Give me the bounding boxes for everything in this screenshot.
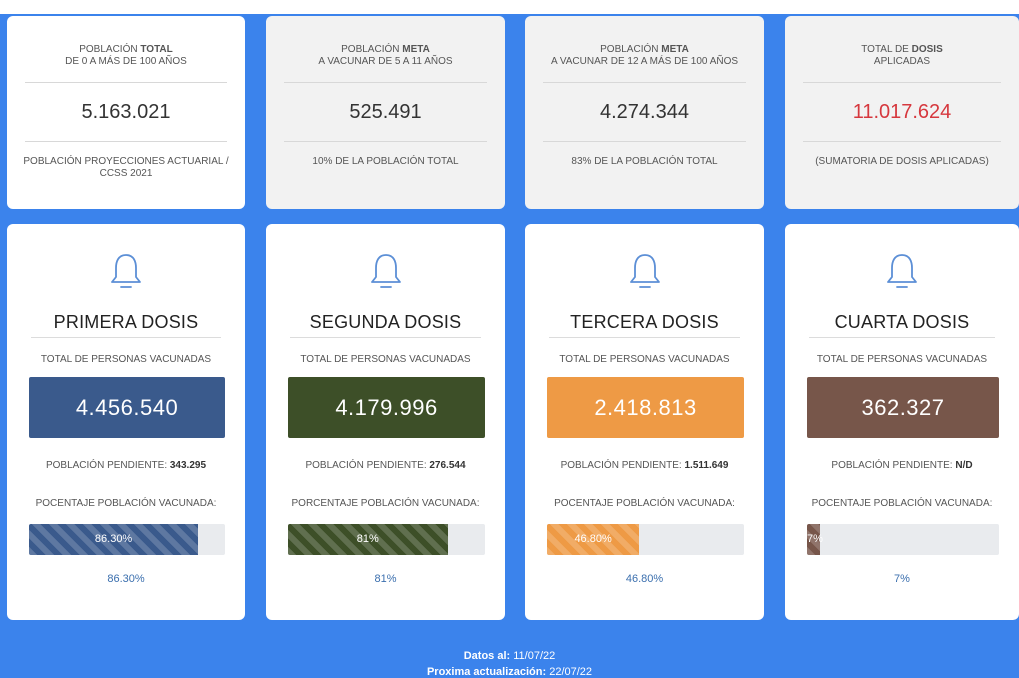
- divider: [803, 141, 1001, 142]
- dose-card-first: PRIMERA DOSIS TOTAL DE PERSONAS VACUNADA…: [7, 224, 245, 620]
- stat-title-line2: APLICADAS: [873, 56, 931, 67]
- divider: [549, 337, 740, 338]
- stat-title-pre: POBLACIÓN: [341, 44, 403, 55]
- divider: [25, 141, 227, 142]
- divider: [543, 141, 746, 142]
- data-date-label: Datos al:: [463, 650, 511, 662]
- progress-fill: 86.30%: [29, 524, 199, 555]
- divider: [284, 141, 487, 142]
- dose-subtitle: TOTAL DE PERSONAS VACUNADAS: [40, 354, 212, 365]
- dose-total-box: 4.179.996: [288, 377, 485, 438]
- divider: [809, 337, 995, 338]
- dose-subtitle: TOTAL DE PERSONAS VACUNADAS: [559, 354, 730, 365]
- stat-title-bold: META: [661, 44, 689, 55]
- dose-total-box: 2.418.813: [547, 377, 744, 438]
- progress-track: 81%: [288, 524, 485, 555]
- population-stats-row: POBLACIÓN TOTAL DE 0 A MÁS DE 100 AÑOS 5…: [0, 14, 1019, 211]
- dose-card-second: SEGUNDA DOSIS TOTAL DE PERSONAS VACUNADA…: [266, 224, 505, 620]
- stat-title-pre: TOTAL DE: [861, 44, 912, 55]
- pending-population: POBLACIÓN PENDIENTE: 276.544: [266, 460, 505, 471]
- next-update: Proxima actualización: 22/07/22: [0, 666, 1019, 678]
- dose-title: CUARTA DOSIS: [834, 312, 970, 332]
- stat-footnote: POBLACIÓN PROYECCIONES ACTUARIAL / CCSS …: [23, 156, 229, 179]
- stat-title-pre: POBLACIÓN: [79, 44, 141, 55]
- bell-icon: [887, 254, 917, 288]
- percent-value: 7%: [894, 573, 910, 585]
- progress-track: 46.80%: [547, 524, 744, 555]
- stat-card-target-12-100: POBLACIÓN META A VACUNAR DE 12 A MÁS DE …: [525, 16, 764, 209]
- pending-population: POBLACIÓN PENDIENTE: N/D: [785, 460, 1019, 471]
- progress-track: 7%: [807, 524, 999, 555]
- percent-value: 86.30%: [107, 573, 145, 585]
- stat-value: 5.163.021: [81, 101, 171, 123]
- divider: [290, 337, 481, 338]
- stat-card-total-doses: TOTAL DE DOSIS APLICADAS 11.017.624 (SUM…: [785, 16, 1019, 209]
- data-date: Datos al: 11/07/22: [0, 650, 1019, 662]
- pending-population: POBLACIÓN PENDIENTE: 1.511.649: [525, 460, 764, 471]
- stat-title-line2: DE 0 A MÁS DE 100 AÑOS: [65, 56, 187, 67]
- dose-card-fourth: CUARTA DOSIS TOTAL DE PERSONAS VACUNADAS…: [785, 224, 1019, 620]
- stat-title: POBLACIÓN TOTAL DE 0 A MÁS DE 100 AÑOS: [7, 44, 245, 70]
- stat-title-bold: DOSIS: [911, 44, 943, 55]
- pending-value: 343.295: [169, 460, 207, 471]
- percent-value: 46.80%: [625, 573, 664, 585]
- bell-icon: [629, 254, 660, 288]
- stat-footnote: 10% DE LA POBLACIÓN TOTAL: [312, 156, 459, 167]
- percent-label: POCENTAJE POBLACIÓN VACUNADA:: [811, 498, 993, 509]
- percent-label: PORCENTAJE POBLACIÓN VACUNADA:: [291, 498, 480, 509]
- footer: Datos al: 11/07/22 Proxima actualización…: [0, 620, 1019, 678]
- dose-subtitle: TOTAL DE PERSONAS VACUNADAS: [816, 354, 988, 365]
- pending-label: POBLACIÓN PENDIENTE:: [831, 460, 956, 471]
- pending-value: N/D: [955, 460, 973, 471]
- divider: [31, 337, 221, 338]
- pending-value: 276.544: [429, 460, 466, 471]
- dose-subtitle: TOTAL DE PERSONAS VACUNADAS: [300, 354, 471, 365]
- dose-total-box: 4.456.540: [29, 377, 225, 438]
- pending-label: POBLACIÓN PENDIENTE:: [305, 460, 430, 471]
- stat-value: 4.274.344: [600, 101, 689, 123]
- pending-label: POBLACIÓN PENDIENTE:: [45, 460, 170, 471]
- next-update-value: 22/07/22: [546, 666, 593, 678]
- percent-value: 81%: [374, 573, 397, 585]
- stat-title-pre: POBLACIÓN: [600, 44, 662, 55]
- dose-card-third: TERCERA DOSIS TOTAL DE PERSONAS VACUNADA…: [525, 224, 764, 620]
- progress-track: 86.30%: [29, 524, 225, 555]
- stat-title: POBLACIÓN META A VACUNAR DE 5 A 11 AÑOS: [266, 44, 505, 70]
- dose-title: PRIMERA DOSIS: [53, 312, 199, 332]
- stat-footnote: 83% DE LA POBLACIÓN TOTAL: [571, 156, 718, 167]
- next-update-label: Proxima actualización:: [426, 666, 547, 678]
- stat-value: 11.017.624: [852, 101, 952, 123]
- percent-label: POCENTAJE POBLACIÓN VACUNADA:: [554, 498, 735, 509]
- pending-population: POBLACIÓN PENDIENTE: 343.295: [7, 460, 245, 471]
- top-strip: [0, 0, 1019, 14]
- stat-title-line2: A VACUNAR DE 5 A 11 AÑOS: [318, 56, 453, 67]
- stat-footnote: (SUMATORIA DE DOSIS APLICADAS): [815, 156, 989, 167]
- stat-title: TOTAL DE DOSIS APLICADAS: [785, 44, 1019, 70]
- stat-value: 525.491: [349, 101, 422, 123]
- stat-card-total-population: POBLACIÓN TOTAL DE 0 A MÁS DE 100 AÑOS 5…: [7, 16, 245, 209]
- dose-title: TERCERA DOSIS: [570, 312, 719, 332]
- bell-icon: [111, 254, 141, 288]
- stat-title: POBLACIÓN META A VACUNAR DE 12 A MÁS DE …: [525, 44, 764, 70]
- data-date-value: 11/07/22: [510, 650, 556, 662]
- progress-fill: 46.80%: [547, 524, 640, 555]
- stat-title-bold: META: [402, 44, 430, 55]
- progress-fill: 7%: [807, 524, 823, 555]
- dose-title: SEGUNDA DOSIS: [309, 312, 462, 332]
- stat-title-line2: A VACUNAR DE 12 A MÁS DE 100 AÑOS: [550, 56, 739, 67]
- progress-fill: 81%: [288, 524, 448, 555]
- pending-label: POBLACIÓN PENDIENTE:: [560, 460, 685, 471]
- dose-total-box: 362.327: [807, 377, 999, 438]
- pending-value: 1.511.649: [684, 460, 729, 471]
- stat-card-target-5-11: POBLACIÓN META A VACUNAR DE 5 A 11 AÑOS …: [266, 16, 505, 209]
- bell-icon: [370, 254, 401, 288]
- percent-label: POCENTAJE POBLACIÓN VACUNADA:: [35, 498, 217, 509]
- stat-title-bold: TOTAL: [140, 44, 173, 55]
